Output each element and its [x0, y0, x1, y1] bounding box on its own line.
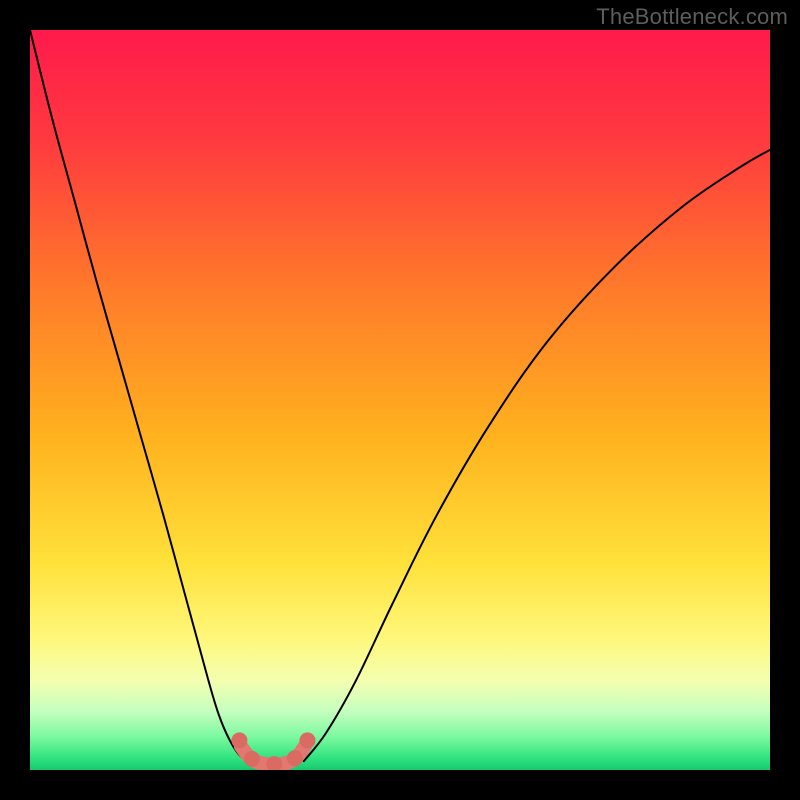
watermark-label: TheBottleneck.com — [596, 4, 788, 30]
curve-layer — [30, 30, 770, 770]
valley-marker — [300, 732, 316, 748]
chart-frame: TheBottleneck.com — [0, 0, 800, 800]
plot-area — [30, 30, 770, 770]
bottleneck-curve-left — [30, 30, 252, 763]
valley-marker — [244, 751, 260, 767]
valley-marker — [231, 732, 247, 748]
valley-marker — [287, 750, 303, 766]
bottleneck-curve-right — [304, 150, 770, 761]
